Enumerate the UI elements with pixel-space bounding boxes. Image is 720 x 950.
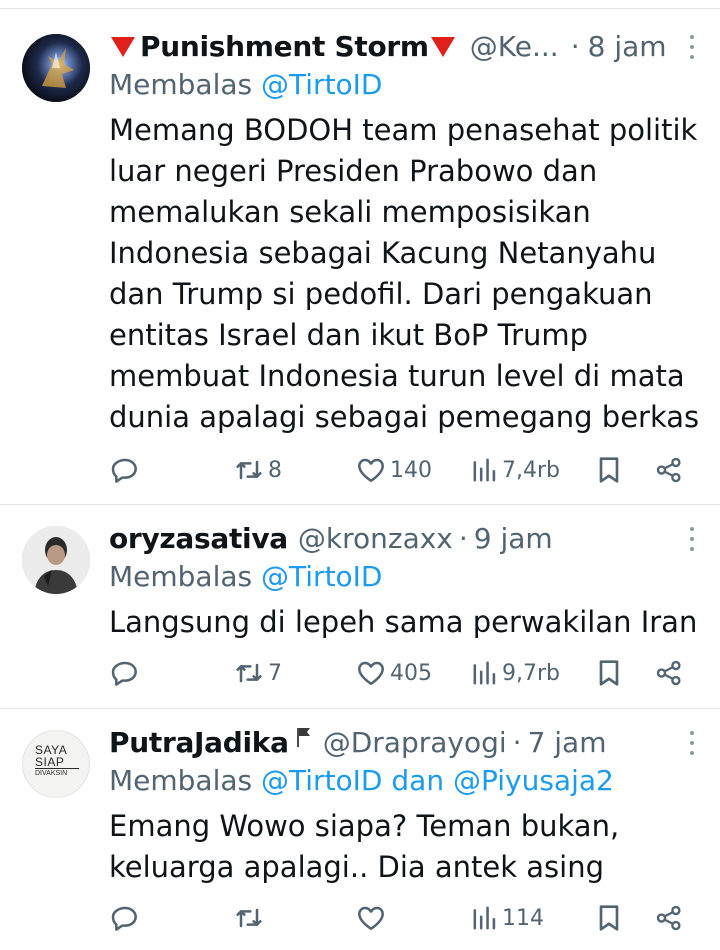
separator-dot: · (458, 522, 468, 555)
tweet-header: oryzasativa @kronzaxx · 9 jam (109, 520, 702, 558)
like-count: 140 (390, 457, 432, 483)
separator-dot: · (570, 30, 580, 63)
timestamp[interactable]: 7 jam (528, 724, 607, 762)
views-count: 9,7rb (502, 660, 560, 686)
reply-button[interactable] (109, 450, 144, 490)
tweet[interactable]: SAYA SIAP DIVAKSIN PutraJadika @Draprayo… (0, 710, 720, 950)
reply-mention[interactable]: @TirtoID dan @Piyusaja2 (261, 764, 614, 797)
bookmark-icon (599, 660, 619, 686)
reply-mention[interactable]: @TirtoID (261, 560, 382, 593)
display-name[interactable]: oryzasativa (109, 520, 288, 558)
views-icon (473, 906, 496, 930)
flag-icon (295, 724, 313, 762)
share-button[interactable] (654, 450, 684, 490)
views-count: 7,4rb (502, 457, 560, 483)
tweet-actions: 7 405 9,7rb (109, 653, 694, 693)
share-button[interactable] (654, 653, 684, 693)
avatar-image (22, 34, 90, 102)
separator-dot: · (512, 726, 522, 759)
reply-icon (111, 458, 137, 483)
retweet-button[interactable]: 8 (233, 450, 282, 490)
like-button[interactable] (355, 898, 390, 938)
more-icon[interactable] (682, 724, 702, 762)
tweet-text: Emang Wowo siapa? Teman bukan, keluarga … (109, 809, 620, 884)
reply-context: Membalas @TirtoID dan @Piyusaja2 (109, 762, 702, 800)
user-handle[interactable]: @kronzaxx (298, 520, 453, 558)
share-button[interactable] (654, 898, 684, 938)
retweet-icon (236, 460, 262, 480)
tweet-text: Memang BODOH team penasehat politik luar… (109, 113, 700, 434)
reply-prefix: Membalas (109, 560, 253, 593)
avatar[interactable] (22, 34, 90, 102)
bookmark-icon (599, 457, 619, 483)
retweet-count: 7 (268, 660, 282, 686)
red-triangle-icon (111, 37, 135, 57)
share-icon (656, 660, 681, 686)
retweet-count: 8 (268, 457, 282, 483)
bookmark-button[interactable] (594, 653, 624, 693)
display-name[interactable]: Punishment Storm (140, 28, 429, 66)
retweet-button[interactable]: 7 (233, 653, 282, 693)
timestamp[interactable]: 9 jam (474, 520, 553, 558)
tweet-header: PutraJadika @Draprayogi · 7 jam (109, 724, 702, 762)
tweet-header: Punishment Storm @Ke... · 8 jam (109, 28, 702, 66)
user-handle[interactable]: @Draprayogi (323, 724, 507, 762)
bookmark-button[interactable] (594, 450, 624, 490)
avatar[interactable]: SAYA SIAP DIVAKSIN (22, 730, 90, 798)
red-triangle-icon (430, 37, 455, 57)
tweet-actions: 8 140 7,4rb (109, 450, 694, 490)
more-icon[interactable] (682, 520, 702, 558)
timestamp[interactable]: 8 jam (588, 28, 667, 66)
bookmark-button[interactable] (594, 898, 624, 938)
tweet-text: Langsung di lepeh sama perwakilan Iran (109, 605, 698, 639)
top-divider (0, 8, 720, 9)
reply-icon (111, 906, 137, 931)
like-button[interactable]: 140 (355, 450, 432, 490)
bookmark-icon (599, 905, 619, 931)
user-handle[interactable]: @Ke... (470, 28, 559, 66)
avatar-text: SAYA SIAP DIVAKSIN (35, 744, 79, 779)
views-button[interactable]: 114 (471, 898, 544, 938)
reply-button[interactable] (109, 898, 144, 938)
heart-icon (358, 906, 384, 930)
share-icon (656, 457, 681, 483)
reply-context: Membalas @TirtoID (109, 66, 702, 104)
views-count: 114 (502, 905, 544, 931)
reply-context: Membalas @TirtoID (109, 558, 702, 596)
more-icon[interactable] (682, 28, 702, 66)
tweet[interactable]: oryzasativa @kronzaxx · 9 jam Membalas @… (0, 506, 720, 709)
views-button[interactable]: 9,7rb (471, 653, 560, 693)
tweet-actions: 114 (109, 898, 694, 938)
avatar-image (22, 526, 90, 594)
tweet[interactable]: Punishment Storm @Ke... · 8 jam Membalas… (0, 14, 720, 505)
views-button[interactable]: 7,4rb (471, 450, 560, 490)
like-count: 405 (390, 660, 432, 686)
retweet-icon (236, 908, 262, 928)
retweet-icon (236, 663, 262, 683)
views-icon (473, 458, 496, 482)
heart-icon (358, 458, 384, 482)
views-icon (473, 661, 496, 685)
retweet-button[interactable] (233, 898, 268, 938)
reply-button[interactable] (109, 653, 144, 693)
display-name[interactable]: PutraJadika (109, 724, 289, 762)
share-icon (656, 905, 681, 931)
reply-prefix: Membalas (109, 68, 253, 101)
reply-mention[interactable]: @TirtoID (261, 68, 382, 101)
like-button[interactable]: 405 (355, 653, 432, 693)
reply-icon (111, 661, 137, 686)
heart-icon (358, 661, 384, 685)
avatar[interactable] (22, 526, 90, 594)
reply-prefix: Membalas (109, 764, 253, 797)
